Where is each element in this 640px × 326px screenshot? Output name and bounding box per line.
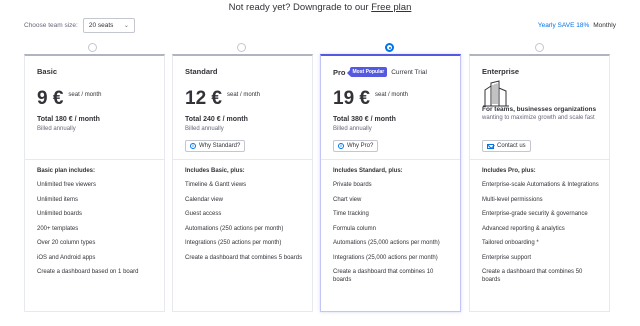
downgrade-banner: Not ready yet? Downgrade to our Free pla… — [0, 2, 640, 13]
divider — [321, 159, 460, 160]
current-trial-label: Current Trial — [391, 68, 427, 76]
plan-header: Basic — [37, 67, 57, 76]
feature-item: Multi-level permissions — [482, 196, 543, 203]
feature-list: Unlimited free viewers Unlimited items U… — [37, 182, 157, 284]
feature-item: Enterprise support — [482, 254, 532, 261]
plan-card-enterprise[interactable]: Enterprise For teams, businesses organiz… — [469, 54, 610, 312]
feature-item: Create a dashboard that combines 5 board… — [185, 254, 303, 261]
price-amount: 9 € — [37, 88, 64, 109]
feature-item: iOS and Android apps — [37, 254, 96, 261]
contact-label: Contact us — [497, 143, 526, 149]
plan-header: Pro Most Popular Current Trial — [333, 67, 427, 77]
most-popular-badge: Most Popular — [346, 67, 388, 77]
price-unit: seat / month — [374, 92, 409, 98]
plan-price: 19 € seat / month — [333, 89, 411, 109]
plan-name: Basic — [37, 67, 58, 76]
feature-item: Tailored onboarding * — [482, 240, 539, 246]
price-total: Total 380 € / month — [333, 116, 396, 123]
feature-item: Private boards — [333, 182, 372, 188]
enterprise-description-bold: For teams, businesses organizations — [482, 106, 597, 113]
feature-item: Create a dashboard that combines 10 boar… — [333, 269, 434, 283]
price-amount: 12 € — [185, 88, 222, 109]
info-icon: i — [338, 143, 344, 149]
feature-list: Timeline & Gantt views Calendar view Gue… — [185, 182, 305, 269]
feature-item: Timeline & Gantt views — [185, 182, 247, 188]
features-title: Includes Basic, plus: — [185, 168, 245, 174]
features-title: Includes Pro, plus: — [482, 168, 536, 174]
plan-name: Pro — [333, 67, 346, 77]
plan-radio-standard[interactable] — [237, 43, 246, 52]
chevron-down-icon: ⌄ — [123, 23, 129, 29]
feature-item: Over 20 column types — [37, 240, 96, 246]
plan-radio-pro[interactable] — [385, 43, 394, 52]
plan-card-basic[interactable]: Basic 9 € seat / month Total 180 € / mon… — [24, 54, 165, 312]
price-amount: 19 € — [333, 88, 370, 109]
team-size-select[interactable]: 20 seats ⌄ — [82, 18, 135, 33]
team-size-label: Choose team size: — [24, 22, 78, 29]
feature-item: Automations (250 actions per month) — [185, 225, 284, 232]
team-size-value: 20 seats — [88, 22, 114, 29]
billing-note: Billed annually — [185, 126, 224, 132]
divider — [173, 159, 312, 160]
feature-item: Integrations (250 actions per month) — [185, 240, 282, 246]
feature-item: Unlimited free viewers — [37, 182, 97, 188]
plan-header: Enterprise — [482, 67, 519, 76]
info-icon: i — [190, 143, 196, 149]
plan-header: Standard — [185, 67, 218, 76]
feature-item: Formula column — [333, 225, 377, 232]
divider — [25, 159, 164, 160]
downgrade-text: Not ready yet? Downgrade to our — [228, 2, 372, 13]
plan-card-standard[interactable]: Standard 12 € seat / month Total 240 € /… — [172, 54, 313, 312]
feature-list: Private boards Chart view Time tracking … — [333, 182, 453, 291]
price-total: Total 180 € / month — [37, 116, 100, 123]
feature-item: Create a dashboard that combines 50 boar… — [482, 269, 583, 283]
enterprise-description: For teams, businesses organizations want… — [482, 106, 600, 122]
feature-item: Enterprise-grade security & governance — [482, 211, 588, 217]
plan-name: Enterprise — [482, 67, 520, 76]
feature-item: Advanced reporting & analytics — [482, 225, 565, 232]
feature-item: Unlimited boards — [37, 211, 83, 217]
why-pro-button[interactable]: i Why Pro? — [333, 140, 379, 152]
feature-item: Automations (25,000 actions per month) — [333, 240, 440, 246]
billing-toggle: Yearly SAVE 18% Monthly — [538, 22, 616, 29]
feature-item: Integrations (25,000 actions per month) — [333, 254, 438, 261]
price-total: Total 240 € / month — [185, 116, 248, 123]
enterprise-description-rest: wanting to maximize growth and scale fas… — [482, 115, 595, 121]
feature-list: Enterprise-scale Automations & Integrati… — [482, 182, 602, 291]
feature-item: 200+ templates — [37, 225, 79, 232]
plan-card-pro[interactable]: Pro Most Popular Current Trial 19 € seat… — [320, 54, 461, 312]
plan-radio-enterprise[interactable] — [535, 43, 544, 52]
free-plan-link[interactable]: Free plan — [371, 2, 411, 13]
divider — [470, 159, 609, 160]
feature-item: Chart view — [333, 196, 362, 203]
plan-price: 12 € seat / month — [185, 89, 263, 109]
feature-item: Calendar view — [185, 196, 224, 203]
why-label: Why Pro? — [347, 143, 374, 149]
feature-item: Enterprise-scale Automations & Integrati… — [482, 182, 599, 188]
price-unit: seat / month — [68, 92, 102, 98]
feature-item: Create a dashboard based on 1 board — [37, 269, 139, 275]
why-standard-button[interactable]: i Why Standard? — [185, 140, 246, 152]
feature-item: Time tracking — [333, 211, 369, 217]
contact-us-button[interactable]: Contact us — [482, 140, 531, 152]
building-icon — [483, 80, 509, 107]
billing-yearly-option[interactable]: Yearly SAVE 18% — [538, 22, 589, 29]
feature-item: Unlimited items — [37, 196, 79, 203]
features-title: Basic plan includes: — [37, 168, 96, 174]
feature-item: Guest access — [185, 211, 222, 217]
plan-radio-basic[interactable] — [88, 43, 97, 52]
why-label: Why Standard? — [199, 143, 241, 149]
billing-note: Billed annually — [333, 126, 372, 132]
billing-monthly-option[interactable]: Monthly — [593, 22, 616, 29]
price-unit: seat / month — [226, 92, 261, 98]
plan-name: Standard — [185, 67, 218, 76]
plan-price: 9 € seat / month — [37, 89, 104, 109]
billing-note: Billed annually — [37, 126, 76, 132]
team-size-control: Choose team size: 20 seats ⌄ — [24, 18, 135, 33]
features-title: Includes Standard, plus: — [333, 168, 403, 174]
mail-icon — [487, 143, 494, 149]
